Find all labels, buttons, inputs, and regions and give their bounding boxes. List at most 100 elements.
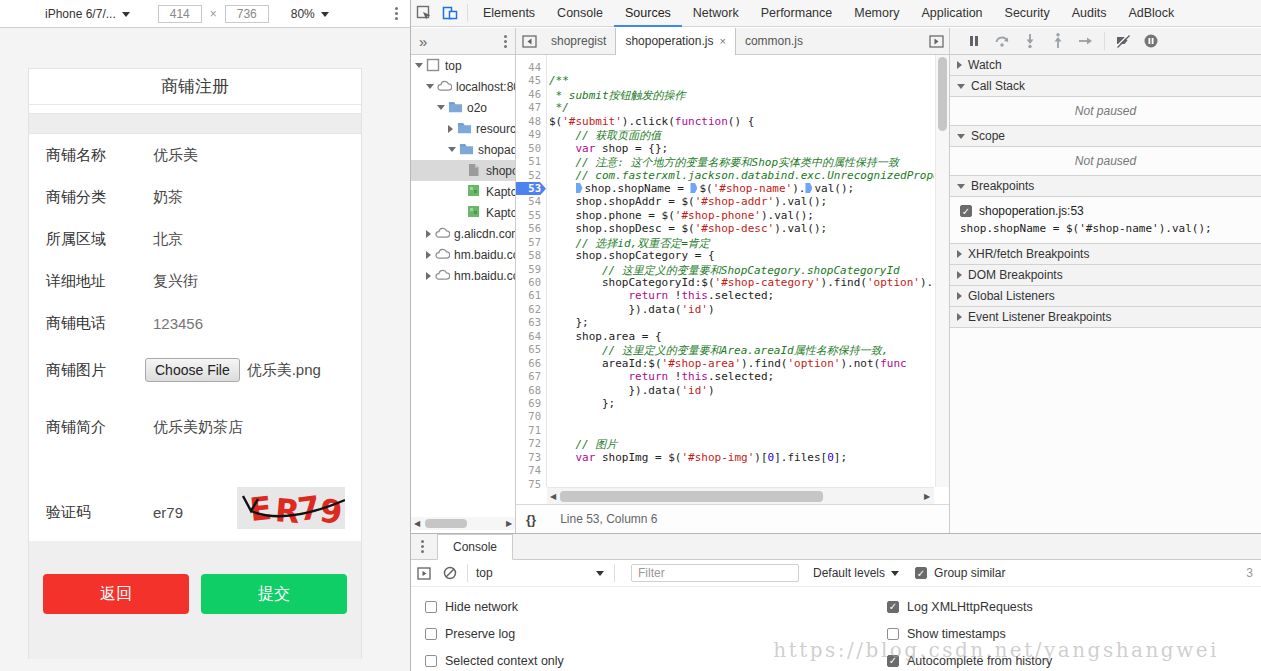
context-select[interactable]: top	[476, 566, 604, 580]
editor-tab-common-js[interactable]: common.js	[736, 28, 812, 55]
inline-breakpoint-marker[interactable]	[805, 183, 812, 193]
tree-arrow-icon[interactable]	[426, 251, 431, 259]
tree-arrow-icon[interactable]	[426, 230, 431, 238]
show-navigator-icon[interactable]	[516, 28, 542, 54]
clear-console-icon[interactable]	[437, 560, 463, 586]
line-number[interactable]: 73	[516, 451, 546, 464]
inline-breakpoint-marker[interactable]	[576, 183, 583, 193]
field-value[interactable]: 优乐美	[153, 146, 198, 165]
devtools-tab-application[interactable]: Application	[910, 0, 993, 27]
device-width-input[interactable]: 414	[158, 5, 202, 23]
line-number[interactable]: 58	[516, 249, 546, 262]
tree-item-Kaptcha-jpg[interactable]: Kaptcha.jpg	[411, 181, 515, 202]
sidebar-section-watch[interactable]: Watch	[950, 55, 1261, 76]
navigator-horizontal-scrollbar[interactable]: ◀▶	[411, 517, 515, 530]
editor-horizontal-scrollbar[interactable]: ◀ ▶	[547, 487, 934, 504]
sidebar-section-scope[interactable]: Scope	[950, 126, 1261, 147]
pause-on-exceptions-icon[interactable]	[1137, 28, 1165, 54]
field-value[interactable]: 复兴街	[153, 272, 198, 291]
tree-arrow-icon[interactable]	[426, 272, 431, 280]
editor-tab-shopregist[interactable]: shopregist	[542, 28, 615, 55]
close-tab-icon[interactable]: ×	[719, 35, 725, 47]
line-number[interactable]: 49	[516, 128, 546, 141]
sidebar-section-call-stack[interactable]: Call Stack	[950, 76, 1261, 97]
device-menu-icon[interactable]	[395, 7, 398, 20]
devtools-tab-network[interactable]: Network	[682, 0, 750, 27]
line-number[interactable]: 68	[516, 384, 546, 397]
line-number[interactable]: 46	[516, 88, 546, 101]
line-number[interactable]: 75	[516, 478, 546, 491]
console-tab[interactable]: Console	[437, 534, 513, 560]
line-number[interactable]: 54	[516, 195, 546, 208]
tree-arrow-icon[interactable]	[426, 84, 434, 89]
zoom-select[interactable]: 80%	[291, 7, 329, 21]
deactivate-breakpoints-icon[interactable]	[1109, 28, 1137, 54]
device-select[interactable]: iPhone 6/7/...	[45, 7, 130, 21]
toggle-device-toolbar-icon[interactable]	[437, 0, 463, 26]
log-levels-select[interactable]: Default levels	[813, 566, 899, 580]
editor-vertical-scrollbar[interactable]	[935, 55, 949, 487]
line-number[interactable]: 56	[516, 222, 546, 235]
line-number[interactable]: 52	[516, 169, 546, 182]
devtools-tab-security[interactable]: Security	[994, 0, 1061, 27]
device-height-input[interactable]: 736	[225, 5, 269, 23]
pretty-print-icon[interactable]: {}	[526, 512, 536, 527]
line-number[interactable]: 59	[516, 263, 546, 276]
line-number[interactable]: 74	[516, 464, 546, 477]
captcha-image[interactable]: ER79	[237, 487, 345, 533]
console-option-hide-network[interactable]: Hide network	[425, 593, 887, 620]
captcha-input[interactable]: er79	[153, 504, 183, 521]
sidebar-section-dom-breakpoints[interactable]: DOM Breakpoints	[950, 265, 1261, 286]
navigator-menu-icon[interactable]	[504, 35, 507, 48]
editor-tab-shopoperation-js[interactable]: shopoperation.js×	[615, 28, 736, 55]
console-sidebar-icon[interactable]	[411, 560, 437, 586]
line-number[interactable]: 66	[516, 357, 546, 370]
line-number[interactable]: 44	[516, 61, 546, 74]
breakpoint-entry[interactable]: shopoperation.js:53shop.shopName = $('#s…	[950, 197, 1261, 243]
more-tabs-icon[interactable]: »	[419, 33, 427, 50]
back-button[interactable]: 返回	[43, 574, 189, 614]
line-number[interactable]: 64	[516, 330, 546, 343]
show-debugger-icon[interactable]	[923, 28, 949, 54]
line-number[interactable]: 70	[516, 410, 546, 423]
breakpoint-line-number[interactable]: 53	[516, 182, 546, 195]
code-pane[interactable]: /** * submit按钮触发的操作 */$('#submit').click…	[549, 61, 934, 487]
devtools-tab-performance[interactable]: Performance	[750, 0, 844, 27]
tree-item-hm-baidu-com[interactable]: hm.baidu.com	[411, 244, 515, 265]
field-value[interactable]: 北京	[153, 230, 183, 249]
scroll-right-icon[interactable]: ▶	[503, 519, 515, 528]
devtools-tab-adblock[interactable]: AdBlock	[1117, 0, 1185, 27]
line-number[interactable]: 48	[516, 115, 546, 128]
line-number[interactable]: 60	[516, 276, 546, 289]
console-option-show-timestamps[interactable]: Show timestamps	[887, 620, 1052, 647]
tree-item-top[interactable]: top	[411, 55, 515, 76]
submit-button[interactable]: 提交	[201, 574, 347, 614]
tree-item-resources[interactable]: resources	[411, 118, 515, 139]
scroll-right-icon[interactable]: ▶	[921, 492, 933, 501]
group-similar-checkbox[interactable]: Group similar	[915, 566, 1005, 580]
inspect-element-icon[interactable]	[411, 0, 437, 26]
line-number[interactable]: 61	[516, 289, 546, 302]
breakpoint-checkbox[interactable]	[960, 205, 972, 217]
console-option-selected-context-only[interactable]: Selected context only	[425, 647, 887, 671]
scroll-left-icon[interactable]: ◀	[547, 492, 559, 501]
sidebar-section-breakpoints[interactable]: Breakpoints	[950, 176, 1261, 197]
tree-arrow-icon[interactable]	[448, 125, 453, 133]
inline-breakpoint-marker[interactable]	[690, 183, 697, 193]
tree-item-g-alicdn-com[interactable]: g.alicdn.com	[411, 223, 515, 244]
console-filter-input[interactable]: Filter	[631, 564, 799, 582]
sidebar-section-xhr-fetch-breakpoints[interactable]: XHR/fetch Breakpoints	[950, 244, 1261, 265]
scroll-left-icon[interactable]: ◀	[411, 519, 423, 528]
field-value[interactable]: 123456	[153, 315, 203, 332]
line-number[interactable]: 55	[516, 209, 546, 222]
devtools-tab-sources[interactable]: Sources	[614, 0, 682, 27]
line-number[interactable]: 57	[516, 236, 546, 249]
line-number[interactable]: 71	[516, 424, 546, 437]
line-number[interactable]: 63	[516, 316, 546, 329]
line-number[interactable]: 72	[516, 437, 546, 450]
field-value[interactable]: 优乐美奶茶店	[153, 418, 243, 437]
sidebar-section-event-listener-breakpoints[interactable]: Event Listener Breakpoints	[950, 307, 1261, 328]
step-out-icon[interactable]	[1044, 28, 1072, 54]
console-option-autocomplete-from-history[interactable]: Autocomplete from history	[887, 647, 1052, 671]
sidebar-section-global-listeners[interactable]: Global Listeners	[950, 286, 1261, 307]
